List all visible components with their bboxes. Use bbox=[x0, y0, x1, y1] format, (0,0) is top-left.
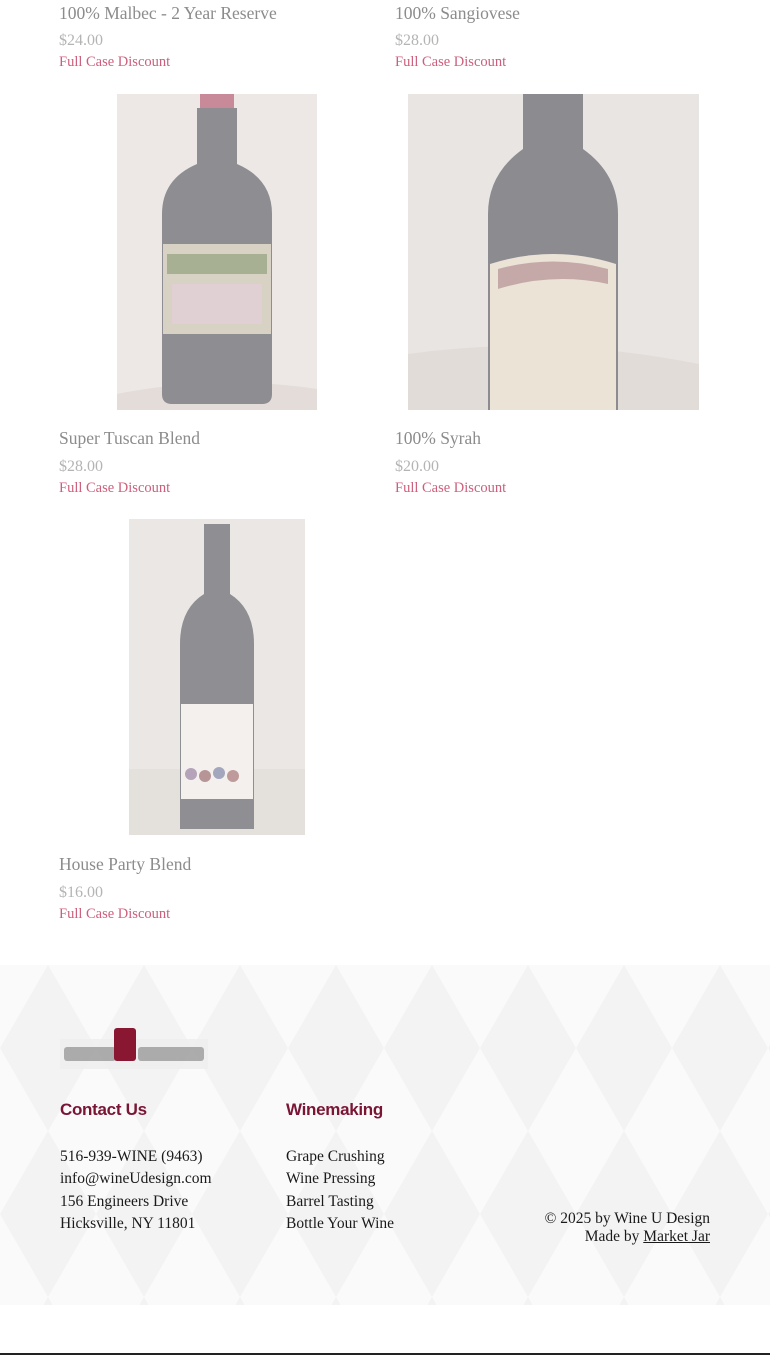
market-jar-link[interactable]: Market Jar bbox=[643, 1228, 710, 1245]
barrel-tasting-link[interactable]: Barrel Tasting bbox=[286, 1191, 394, 1213]
copyright-block: © 2025 by Wine U Design Made by Market J… bbox=[545, 1210, 710, 1246]
full-case-discount-link[interactable]: Full Case Discount bbox=[395, 54, 695, 71]
wine-pressing-link[interactable]: Wine Pressing bbox=[286, 1168, 394, 1190]
wine-u-design-logo[interactable] bbox=[60, 1025, 208, 1070]
winemaking-heading: Winemaking bbox=[286, 1100, 383, 1119]
product-image[interactable] bbox=[117, 94, 317, 410]
grape-crushing-link[interactable]: Grape Crushing bbox=[286, 1146, 394, 1168]
product-title[interactable]: House Party Blend bbox=[59, 854, 359, 874]
product-title[interactable]: Super Tuscan Blend bbox=[59, 428, 359, 448]
made-by-prefix: Made by bbox=[584, 1228, 640, 1245]
bottle-your-wine-link[interactable]: Bottle Your Wine bbox=[286, 1213, 394, 1235]
made-by-line: Made by Market Jar bbox=[545, 1228, 710, 1246]
full-case-discount-link[interactable]: Full Case Discount bbox=[59, 480, 359, 497]
product-card[interactable]: Super Tuscan Blend $28.00 Full Case Disc… bbox=[59, 428, 359, 497]
product-price: $28.00 bbox=[395, 32, 439, 49]
product-image[interactable] bbox=[408, 94, 699, 410]
product-card[interactable]: House Party Blend $16.00 Full Case Disco… bbox=[59, 854, 359, 923]
address-line-1: 156 Engineers Drive bbox=[60, 1192, 189, 1210]
product-title[interactable]: 100% Malbec - 2 Year Reserve bbox=[59, 3, 359, 23]
winemaking-list: Grape Crushing Wine Pressing Barrel Tast… bbox=[286, 1146, 394, 1235]
contact-us-heading: Contact Us bbox=[60, 1100, 147, 1119]
wine-bottle-image bbox=[117, 94, 317, 410]
copyright-text: © 2025 by Wine U Design bbox=[544, 1210, 710, 1227]
product-card[interactable]: 100% Sangiovese $28.00 Full Case Discoun… bbox=[395, 3, 695, 71]
product-price: $28.00 bbox=[59, 458, 103, 475]
wine-bottle-image bbox=[408, 94, 699, 410]
site-footer bbox=[0, 965, 770, 1305]
product-title[interactable]: 100% Syrah bbox=[395, 428, 695, 448]
product-price: $20.00 bbox=[395, 458, 439, 475]
product-price: $24.00 bbox=[59, 32, 103, 49]
contact-list: 516-939-WINE (9463) info@wineUdesign.com… bbox=[60, 1146, 212, 1235]
product-card[interactable]: 100% Malbec - 2 Year Reserve $24.00 Full… bbox=[59, 3, 359, 71]
product-title[interactable]: 100% Sangiovese bbox=[395, 3, 695, 23]
address-line-2: Hicksville, NY 11801 bbox=[60, 1214, 196, 1232]
product-card[interactable]: 100% Syrah $20.00 Full Case Discount bbox=[395, 428, 695, 497]
phone-link[interactable]: 516-939-WINE (9463) bbox=[60, 1146, 212, 1168]
product-image[interactable] bbox=[129, 519, 305, 835]
full-case-discount-link[interactable]: Full Case Discount bbox=[59, 906, 359, 923]
full-case-discount-link[interactable]: Full Case Discount bbox=[395, 480, 695, 497]
wine-bottle-image bbox=[129, 519, 305, 835]
email-link[interactable]: info@wineUdesign.com bbox=[60, 1168, 212, 1190]
full-case-discount-link[interactable]: Full Case Discount bbox=[59, 54, 359, 71]
product-price: $16.00 bbox=[59, 884, 103, 901]
